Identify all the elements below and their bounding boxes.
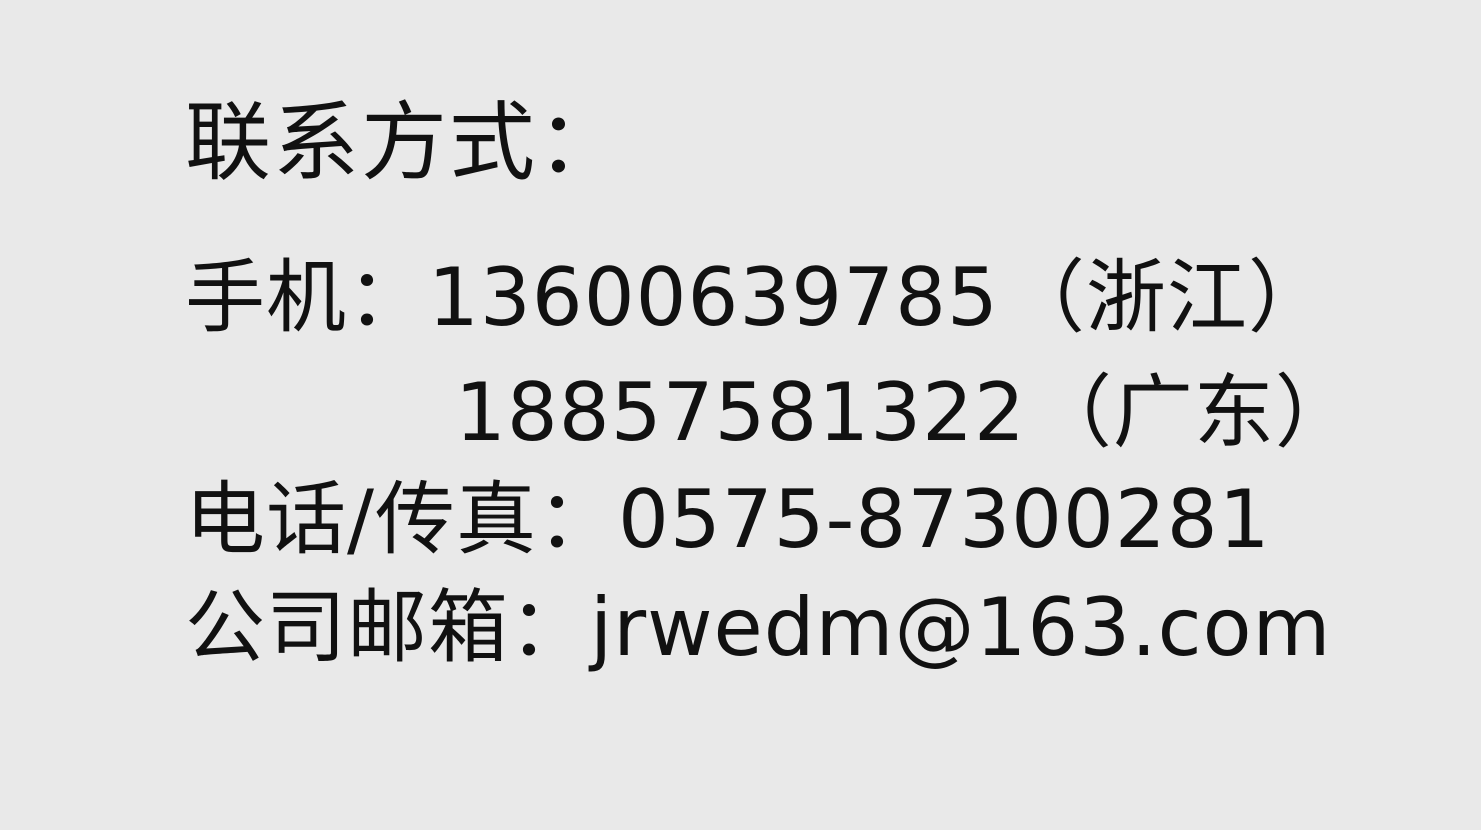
mobile-row-1: 手机：13600639785（浙江） [185, 258, 1329, 338]
contact-card: 联系方式： 手机：13600639785（浙江） 18857581322（广东）… [0, 0, 1481, 830]
phone-fax-number: 0575-87300281 [617, 473, 1271, 566]
mobile-region-1: （浙江） [1004, 251, 1329, 344]
mobile-label: 手机： [185, 251, 428, 344]
contact-heading: 联系方式： [185, 93, 625, 193]
email-address: jrwedm@163.com [590, 581, 1332, 674]
mobile-number-1: 13600639785 [428, 251, 999, 344]
email-label: 公司邮箱： [185, 581, 590, 674]
phone-fax-row: 电话/传真：0575-87300281 [185, 480, 1271, 560]
mobile-number-2: 18857581322 [455, 366, 1026, 459]
phone-fax-label: 电话/传真： [185, 473, 618, 566]
email-row: 公司邮箱：jrwedm@163.com [185, 588, 1331, 668]
mobile-region-2: （广东） [1031, 366, 1356, 459]
mobile-row-2: 18857581322（广东） [455, 373, 1356, 453]
